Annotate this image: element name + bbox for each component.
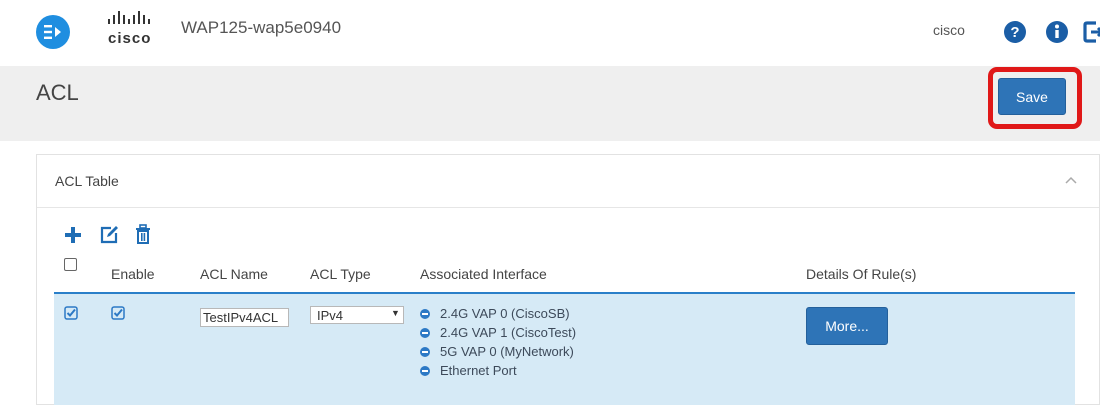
panel-title: ACL Table xyxy=(55,173,119,189)
acl-type-select[interactable]: IPv4 ▼ xyxy=(310,306,404,324)
column-header-details: Details Of Rule(s) xyxy=(806,266,917,282)
cisco-logo: cisco xyxy=(106,10,164,50)
interface-label: Ethernet Port xyxy=(440,363,517,378)
info-icon[interactable] xyxy=(1045,20,1069,44)
page-title: ACL xyxy=(36,80,79,105)
username: cisco xyxy=(933,22,965,38)
logout-icon[interactable] xyxy=(1082,20,1100,44)
interface-label: 2.4G VAP 1 (CiscoTest) xyxy=(440,325,577,340)
svg-text:?: ? xyxy=(1010,24,1019,41)
device-title: WAP125-wap5e0940 xyxy=(181,18,342,37)
minus-circle-icon[interactable] xyxy=(420,346,430,357)
acl-name-input[interactable] xyxy=(200,308,289,327)
logo-text: cisco xyxy=(108,30,152,47)
interface-label: 5G VAP 0 (MyNetwork) xyxy=(440,344,574,359)
page-header: ACL xyxy=(0,66,1100,141)
interface-item: 5G VAP 0 (MyNetwork) xyxy=(420,344,574,359)
column-header-enable: Enable xyxy=(111,266,155,282)
column-header-acl-name: ACL Name xyxy=(200,266,268,282)
enable-checkbox[interactable] xyxy=(111,306,125,320)
column-header-associated-interface: Associated Interface xyxy=(420,266,547,282)
minus-circle-icon[interactable] xyxy=(420,308,430,319)
interface-label: 2.4G VAP 0 (CiscoSB) xyxy=(440,306,570,321)
interface-item: 2.4G VAP 1 (CiscoTest) xyxy=(420,325,576,340)
chevron-up-icon[interactable] xyxy=(1063,173,1079,189)
help-icon[interactable]: ? xyxy=(1003,20,1027,44)
edit-icon[interactable] xyxy=(98,223,120,245)
column-header-acl-type: ACL Type xyxy=(310,266,371,282)
delete-icon[interactable] xyxy=(134,223,152,245)
details-more-button[interactable]: More... xyxy=(806,307,888,345)
menu-toggle-icon[interactable] xyxy=(36,15,70,49)
top-bar: cisco WAP125-wap5e0940 cisco ? xyxy=(0,0,1100,66)
row-select-checkbox[interactable] xyxy=(64,306,78,320)
minus-circle-icon[interactable] xyxy=(420,365,430,376)
interface-item: Ethernet Port xyxy=(420,363,517,378)
panel-header[interactable]: ACL Table xyxy=(37,155,1099,208)
select-all-checkbox[interactable] xyxy=(64,258,77,271)
add-icon[interactable] xyxy=(64,223,82,245)
acl-type-value: IPv4 xyxy=(317,308,344,323)
minus-circle-icon[interactable] xyxy=(420,327,430,338)
interface-item: 2.4G VAP 0 (CiscoSB) xyxy=(420,306,570,321)
save-button[interactable]: Save xyxy=(998,78,1066,115)
dropdown-arrow-icon: ▼ xyxy=(391,308,400,318)
